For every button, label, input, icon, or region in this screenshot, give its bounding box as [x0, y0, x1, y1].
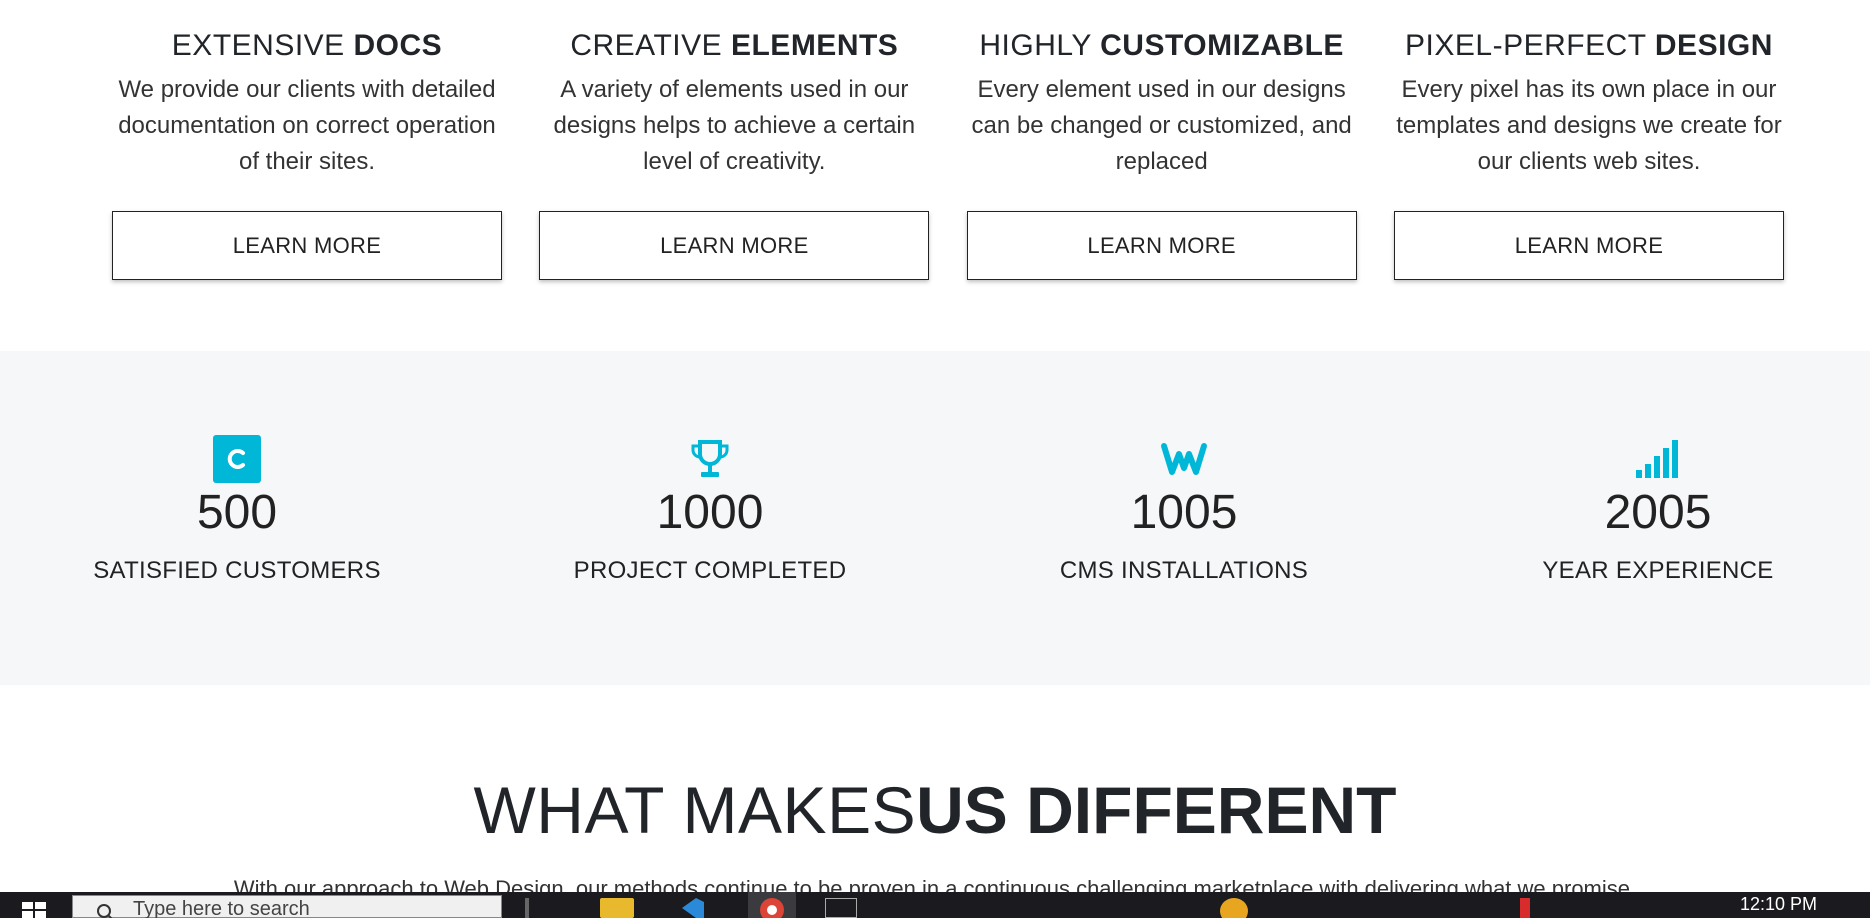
feature-title-bold: DESIGN	[1654, 29, 1773, 62]
file-explorer-icon[interactable]	[600, 898, 634, 918]
feature-design: PIXEL-PERFECT DESIGN Every pixel has its…	[1393, 22, 1784, 282]
section-title: WHAT MAKESUS DIFFERENT	[0, 772, 1870, 848]
stat-number: 500	[196, 486, 278, 539]
section-title-light: WHAT MAKES	[473, 773, 917, 847]
feature-title-light: HIGHLY	[979, 29, 1101, 62]
feature-title-bold: DOCS	[353, 29, 443, 62]
learn-more-button[interactable]: LEARN MORE	[112, 211, 502, 280]
stat-number: 1000	[656, 486, 764, 539]
stat-label: SATISFIED CUSTOMERS	[93, 557, 381, 584]
notification-app-icon[interactable]	[1220, 898, 1248, 918]
feature-elements: CREATIVE ELEMENTS A variety of elements …	[539, 22, 930, 282]
trophy-icon	[530, 433, 890, 485]
stat-number: 1005	[1130, 486, 1238, 539]
chrome-icon	[760, 898, 784, 918]
stats-section: 500 SATISFIED CUSTOMERS 1000 PROJECT COM…	[0, 351, 1870, 685]
stat-cms: 1005 CMS INSTALLATIONS	[1004, 433, 1364, 585]
feature-title-light: PIXEL-PERFECT	[1405, 29, 1655, 62]
feature-title-light: EXTENSIVE	[171, 29, 354, 62]
vscode-icon[interactable]	[674, 898, 704, 918]
terminal-icon[interactable]	[825, 898, 857, 918]
page: EXTENSIVE DOCS We provide our clients wi…	[0, 0, 1870, 918]
taskbar-separator	[525, 898, 529, 918]
chrome-taskbar-button[interactable]	[748, 892, 796, 918]
feature-customizable: HIGHLY CUSTOMIZABLE Every element used i…	[966, 22, 1357, 282]
feature-title: PIXEL-PERFECT DESIGN	[1394, 22, 1784, 70]
signal-bars-icon	[1478, 433, 1838, 485]
feature-description: Every element used in our designs can be…	[971, 76, 1352, 175]
learn-more-button[interactable]: LEARN MORE	[1393, 211, 1784, 280]
stat-label: CMS INSTALLATIONS	[1059, 557, 1309, 584]
stat-years: 2005 YEAR EXPERIENCE	[1478, 433, 1838, 585]
learn-more-button[interactable]: LEARN MORE	[539, 211, 930, 280]
stat-label: YEAR EXPERIENCE	[1542, 557, 1774, 584]
stat-projects: 1000 PROJECT COMPLETED	[530, 433, 890, 585]
section-title-bold: US DIFFERENT	[916, 773, 1397, 847]
feature-title-light: CREATIVE	[570, 29, 731, 62]
stat-customers: 500 SATISFIED CUSTOMERS	[57, 433, 417, 585]
feature-description: Every pixel has its own place in our tem…	[1396, 76, 1782, 175]
weebly-icon	[1004, 433, 1364, 485]
cnet-icon	[57, 433, 417, 485]
stat-number: 2005	[1604, 486, 1712, 539]
clock[interactable]: 12:10 PM	[1740, 894, 1817, 915]
search-placeholder: Type here to search	[133, 898, 310, 918]
feature-description: We provide our clients with detailed doc…	[118, 76, 496, 175]
stat-label: PROJECT COMPLETED	[573, 557, 847, 584]
features-section: EXTENSIVE DOCS We provide our clients wi…	[112, 22, 1784, 282]
feature-title-bold: CUSTOMIZABLE	[1100, 29, 1344, 62]
taskbar: Type here to search 12:10 PM	[0, 892, 1870, 918]
feature-description: A variety of elements used in our design…	[553, 76, 916, 175]
learn-more-button[interactable]: LEARN MORE	[966, 211, 1357, 280]
taskbar-search-box[interactable]: Type here to search	[72, 895, 502, 918]
windows-start-icon[interactable]	[20, 900, 48, 918]
feature-docs: EXTENSIVE DOCS We provide our clients wi…	[112, 22, 502, 282]
feature-title: CREATIVE ELEMENTS	[539, 22, 929, 70]
search-icon	[97, 904, 113, 918]
feature-title-bold: ELEMENTS	[730, 29, 899, 62]
feature-title: HIGHLY CUSTOMIZABLE	[967, 22, 1357, 70]
tray-app-icon[interactable]	[1520, 898, 1530, 918]
feature-title: EXTENSIVE DOCS	[112, 22, 502, 70]
